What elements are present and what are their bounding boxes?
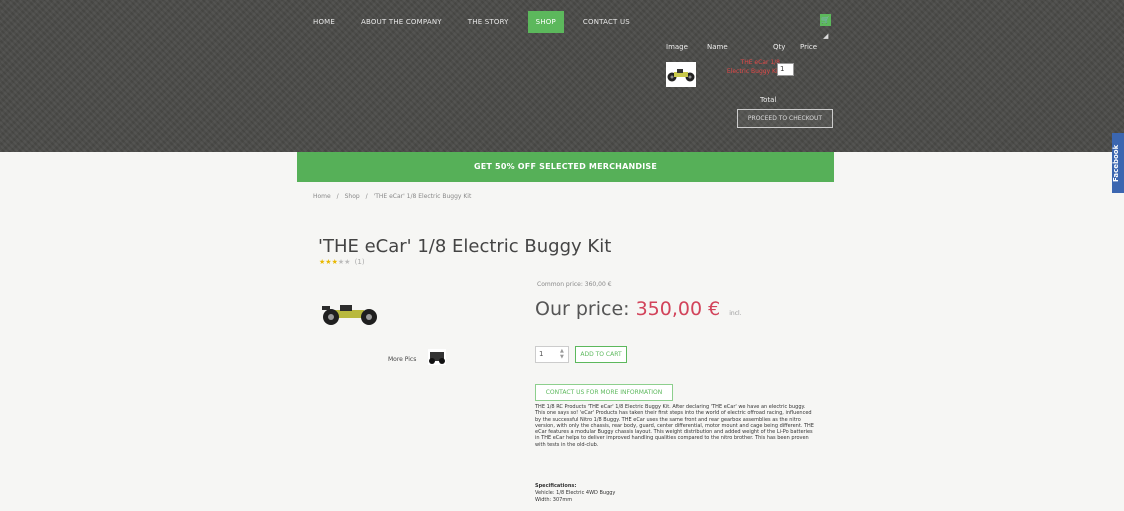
- breadcrumb-shop[interactable]: Shop: [345, 193, 360, 200]
- cart-total-label: Total: [760, 96, 777, 104]
- promo-banner[interactable]: GET 50% OFF SELECTED MERCHANDISE: [297, 152, 834, 182]
- cart-item-name[interactable]: THE eCar 1/8 Electric Buggy Kit: [720, 58, 780, 76]
- product-main-image[interactable]: [320, 300, 380, 328]
- add-to-cart-button[interactable]: ADD TO CART: [575, 346, 627, 363]
- cart-header-qty: Qty: [773, 43, 786, 51]
- facebook-tab[interactable]: Facebook: [1112, 133, 1124, 193]
- product-price: Our price: 350,00 € incl.: [535, 298, 742, 320]
- breadcrumb-sep: /: [365, 193, 368, 200]
- cart-header-image: Image: [666, 43, 688, 51]
- nav-shop[interactable]: SHOP: [527, 11, 564, 33]
- caret-icon: ◢: [823, 32, 829, 40]
- breadcrumb-sep: /: [336, 193, 339, 200]
- breadcrumb-home[interactable]: Home: [313, 193, 331, 200]
- product-title: 'THE eCar' 1/8 Electric Buggy Kit: [318, 236, 612, 257]
- cart-header-price: Price: [800, 43, 818, 51]
- common-price: Common price: 360,00 €: [537, 281, 612, 288]
- spec-item: Width: 307mm: [535, 497, 573, 503]
- product-thumbnail[interactable]: [428, 349, 446, 365]
- cart-header-name: Name: [707, 43, 728, 51]
- breadcrumb-current: 'THE eCar' 1/8 Electric Buggy Kit: [373, 193, 472, 200]
- spec-title: Specifications:: [535, 483, 577, 489]
- more-pics-label: More Pics: [388, 356, 417, 363]
- rating-stars[interactable]: ★★★★★ (1): [319, 258, 365, 266]
- nav-contact[interactable]: CONTACT US: [583, 18, 630, 26]
- main-nav: HOME ABOUT THE COMPANY THE STORY SHOP CO…: [300, 10, 643, 34]
- price-value: 350,00 €: [635, 298, 721, 320]
- star-empty-icon: ★: [344, 258, 351, 266]
- cart-item-image[interactable]: [666, 62, 696, 87]
- quantity-stepper[interactable]: ▲ ▼: [560, 348, 564, 360]
- price-label: Our price:: [535, 298, 630, 320]
- nav-home[interactable]: HOME: [313, 18, 335, 26]
- cart-qty-input[interactable]: 1: [777, 63, 794, 76]
- cart-icon[interactable]: 🛒: [820, 14, 831, 26]
- contact-button[interactable]: CONTACT US FOR MORE INFORMATION: [535, 384, 673, 401]
- nav-about[interactable]: ABOUT THE COMPANY: [361, 18, 442, 26]
- rating-count: (1): [354, 258, 365, 266]
- nav-story[interactable]: THE STORY: [468, 18, 509, 26]
- checkout-button[interactable]: PROCEED TO CHECKOUT: [737, 109, 833, 128]
- product-description: THE 1/8 RC Products 'THE eCar' 1/8 Elect…: [535, 404, 814, 448]
- spec-item: Vehicle: 1/8 Electric 4WD Buggy: [535, 490, 616, 496]
- breadcrumb: Home / Shop / 'THE eCar' 1/8 Electric Bu…: [313, 193, 475, 200]
- tax-note: incl.: [729, 310, 742, 317]
